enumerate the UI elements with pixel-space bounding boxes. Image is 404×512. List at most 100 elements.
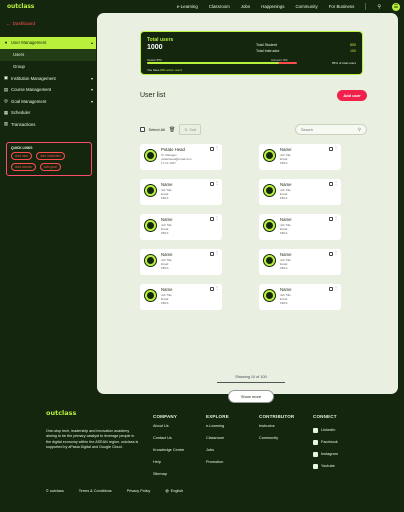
footer-link[interactable]: Knowledge Centre — [153, 448, 184, 460]
quick-link-add-user[interactable]: Add user — [11, 152, 33, 160]
showing-count: Showing 10 of 100 — [235, 375, 267, 379]
nav-link-jobs[interactable]: Jobs — [241, 4, 250, 9]
user-card-checkbox[interactable] — [329, 287, 333, 291]
quick-link-add-course[interactable]: Add course — [11, 163, 36, 171]
brand-logo[interactable]: outclass — [7, 3, 34, 10]
nav-link-community[interactable]: Community — [296, 4, 318, 9]
sidebar-item-course-management[interactable]: ▤ Course Management ▾ — [0, 84, 96, 96]
user-card[interactable]: Name Job Title Email KBLS ⋮ — [140, 179, 222, 205]
user-card-checkbox[interactable] — [210, 287, 214, 291]
search-input[interactable] — [301, 127, 358, 132]
footer-link[interactable]: Sitemap — [153, 472, 184, 484]
sidebar-subitem-users[interactable]: Users — [0, 48, 96, 61]
footer-link[interactable]: Community — [259, 436, 294, 448]
sort-button[interactable]: ⇅ Sort — [179, 124, 201, 135]
user-card[interactable]: Name Job Title Email KBLS ⋮ — [259, 179, 341, 205]
sidebar-item-label: Goal Management — [11, 98, 47, 104]
user-list-title: User list — [140, 92, 166, 99]
stats-row-label: Total Student — [256, 43, 277, 47]
add-user-button[interactable]: Add user — [337, 90, 367, 101]
user-card[interactable]: Name Job Title Email KBLS ⋮ — [140, 249, 222, 275]
user-card-checkbox[interactable] — [210, 182, 214, 186]
user-card[interactable]: Name Job Title Email KBLS ⋮ — [259, 214, 341, 240]
more-vertical-icon[interactable]: ⋮ — [215, 181, 219, 185]
more-vertical-icon[interactable]: ⋮ — [215, 216, 219, 220]
user-card[interactable]: Name Job Title Email KBLS ⋮ — [140, 284, 222, 310]
user-card[interactable]: Name Job Title Email KBLS ⋮ — [259, 249, 341, 275]
footer-link[interactable]: e-Learning — [206, 424, 229, 436]
more-vertical-icon[interactable]: ⋮ — [334, 181, 338, 185]
select-all-checkbox[interactable] — [140, 127, 145, 132]
more-vertical-icon[interactable]: ⋮ — [334, 251, 338, 255]
footer-logo[interactable]: outclass — [46, 409, 76, 417]
quick-link-add-goal[interactable]: Add goal — [39, 163, 61, 171]
search-icon[interactable]: ⚲ — [377, 4, 381, 10]
footer-social-facebook[interactable]: Facebook — [313, 436, 338, 448]
footer-link[interactable]: Instructor — [259, 424, 294, 436]
user-card-checkbox[interactable] — [329, 252, 333, 256]
footer-link[interactable]: Classroom — [206, 436, 229, 448]
sidebar-item-transactions[interactable]: ▥ Transactions — [0, 119, 96, 131]
user-card-checkbox[interactable] — [329, 217, 333, 221]
avatar-icon — [144, 219, 157, 232]
users-progress-bar — [147, 62, 297, 64]
footer-col-title: EXPLORE — [206, 414, 229, 419]
privacy-link[interactable]: Privacy Policy — [127, 489, 151, 493]
more-vertical-icon[interactable]: ⋮ — [334, 216, 338, 220]
more-vertical-icon[interactable]: ⋮ — [334, 286, 338, 290]
arrow-left-icon: ← — [6, 21, 11, 26]
sidebar-subitem-label: Group — [13, 64, 25, 69]
linkedin-icon — [313, 427, 318, 433]
nav-link-business[interactable]: For Business — [329, 4, 355, 9]
sort-icon: ⇅ — [184, 127, 188, 132]
avatar-icon — [263, 219, 276, 232]
more-vertical-icon[interactable]: ⋮ — [215, 251, 219, 255]
nav-link-happenings[interactable]: Happenings — [261, 4, 284, 9]
user-card[interactable]: Name Job Title Email KBLS ⋮ — [140, 214, 222, 240]
footer-link[interactable]: Promotion — [206, 460, 229, 472]
sidebar-item-institution-management[interactable]: ▣ Institution Management ▾ — [0, 73, 96, 85]
language-selector[interactable]: ◍ English — [165, 488, 183, 494]
user-line-3: KBLS — [161, 301, 169, 305]
footer-col-title: COMPANY — [153, 414, 178, 419]
avatar-icon — [144, 289, 157, 302]
footer-link[interactable]: About Us — [153, 424, 184, 436]
sidebar-item-user-management[interactable]: ● User Management ▴ — [0, 37, 96, 49]
user-menu-icon[interactable]: ☰ — [392, 2, 400, 11]
footer-social-linkedin[interactable]: LinkedIn — [313, 424, 338, 436]
terms-link[interactable]: Terms & Conditions — [79, 489, 112, 493]
search-icon[interactable]: ⚲ — [358, 127, 361, 133]
sidebar-subitem-group[interactable]: Group — [0, 61, 96, 73]
user-card-checkbox[interactable] — [210, 147, 214, 151]
more-vertical-icon[interactable]: ⋮ — [215, 286, 219, 290]
top-navbar: outclass e-Learning Classroom Jobs Happe… — [0, 0, 404, 13]
more-vertical-icon[interactable]: ⋮ — [334, 146, 338, 150]
building-icon: ▣ — [3, 75, 9, 81]
trash-icon[interactable]: 🗑 — [169, 127, 175, 133]
footer-social-youtube[interactable]: Youtube — [313, 460, 338, 472]
user-card[interactable]: Name Job Title Email KBLS ⋮ — [259, 144, 341, 170]
user-card-checkbox[interactable] — [329, 182, 333, 186]
chevron-down-icon: ▾ — [90, 87, 93, 93]
quick-links-panel: QUICK LINKS Add user Add Institution Add… — [6, 142, 92, 176]
sidebar-item-goal-management[interactable]: ◎ Goal Management ▾ — [0, 96, 96, 108]
footer-link[interactable]: Jobs — [206, 448, 229, 460]
more-vertical-icon[interactable]: ⋮ — [215, 146, 219, 150]
footer-social-instagram[interactable]: Instagram — [313, 448, 338, 460]
user-card-checkbox[interactable] — [210, 252, 214, 256]
user-card-checkbox[interactable] — [329, 147, 333, 151]
back-to-dashboard-link[interactable]: ← Dashboard — [6, 21, 35, 26]
sidebar-item-scheduler[interactable]: ▦ Scheduler — [0, 107, 96, 119]
nav-link-classroom[interactable]: Classroom — [209, 4, 230, 9]
user-card[interactable]: Potato Head Sr. Manager potatohead@email.c… — [140, 144, 222, 170]
sidebar-item-label: Scheduler — [11, 110, 31, 116]
user-card-checkbox[interactable] — [210, 217, 214, 221]
footer-link[interactable]: Contact Us — [153, 436, 184, 448]
footer-col-title: CONNECT — [313, 414, 337, 419]
nav-link-elearning[interactable]: e-Learning — [177, 4, 198, 9]
quick-link-add-institution[interactable]: Add Institution — [36, 152, 66, 160]
avatar-icon — [144, 254, 157, 267]
user-card[interactable]: Name Job Title Email KBLS ⋮ — [259, 284, 341, 310]
footer-link[interactable]: Help — [153, 460, 184, 472]
social-label: Facebook — [321, 440, 338, 444]
